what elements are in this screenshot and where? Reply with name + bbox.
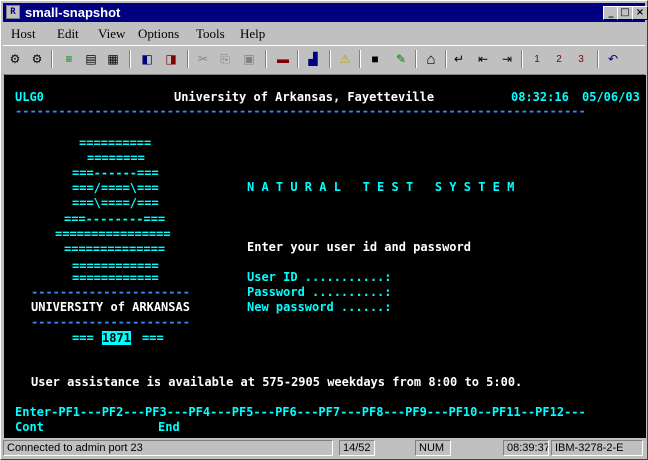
year-right-bars: ===	[142, 331, 164, 345]
num-lock-indicator: NUM	[415, 440, 451, 456]
logo-line-10: ============	[72, 271, 159, 285]
connection-status: Connected to admin port 23	[3, 440, 333, 456]
terminal-screen[interactable]: ULG0 University of Arkansas, Fayettevill…	[4, 75, 646, 438]
password-field[interactable]	[412, 285, 632, 299]
toolbar-separator	[359, 50, 361, 68]
logo-line-1: ==========	[79, 136, 152, 150]
cursor-position: 14/52	[339, 440, 375, 456]
toolbar-separator	[129, 50, 131, 68]
undo-icon[interactable]: ↶	[603, 49, 623, 69]
logo-line-8: ==============	[64, 242, 166, 256]
menu-options[interactable]: Options	[138, 26, 179, 42]
send-file-icon[interactable]: ≡	[59, 49, 79, 69]
session-2-icon[interactable]: 2	[549, 49, 569, 69]
system-title: N A T U R A L T E S T S Y S T E M	[247, 180, 515, 194]
toolbar-separator	[265, 50, 267, 68]
status-clock: 08:39:37	[503, 440, 549, 456]
toolbar-separator	[297, 50, 299, 68]
receive-file-icon[interactable]: ▤	[81, 49, 101, 69]
toolbar-separator	[597, 50, 599, 68]
toolbar-separator	[445, 50, 447, 68]
home-icon[interactable]: ⌂	[421, 49, 441, 69]
toolbar-separator	[521, 50, 523, 68]
userid-label: User ID ...........:	[247, 270, 392, 284]
new-password-field[interactable]	[412, 300, 632, 314]
new-password-label: New password ......:	[247, 300, 392, 314]
connect-icon[interactable]: ⚙	[5, 49, 25, 69]
menu-tools[interactable]: Tools	[196, 26, 225, 42]
logo-line-4: ===/====\===	[72, 181, 159, 195]
toolbar: ⚙ ⚙ ≡ ▤ ▦ ◧ ◨ ✂ ⎘ ▣ ▬ ▟ ⚠ ■ ✎ ⌂ ↵ ⇤ ⇥ 1 …	[3, 45, 645, 75]
window-title: small-snapshot	[25, 5, 121, 20]
pf3-end[interactable]: End	[158, 420, 180, 434]
macro-record-icon[interactable]: ◧	[137, 49, 157, 69]
assistance-message: User assistance is available at 575-2905…	[31, 375, 523, 389]
year-left-bars: ===	[72, 331, 94, 345]
app-icon[interactable]: R	[6, 5, 20, 19]
warning-icon[interactable]: ⚠	[335, 49, 355, 69]
pen-icon[interactable]: ✎	[391, 49, 411, 69]
menu-host[interactable]: Host	[11, 26, 36, 42]
paste-icon[interactable]: ▣	[239, 49, 259, 69]
logo-line-5: ===\====/===	[72, 196, 159, 210]
disconnect-icon[interactable]: ⚙	[27, 49, 47, 69]
logo-divider-top: ----------------------	[31, 285, 190, 299]
cut-icon[interactable]: ✂	[193, 49, 213, 69]
founding-year: 1871	[102, 331, 131, 345]
menu-help[interactable]: Help	[240, 26, 265, 42]
institution-name: University of Arkansas, Fayetteville	[174, 90, 435, 104]
toolbar-separator	[51, 50, 53, 68]
logo-line-7: ================	[55, 227, 171, 241]
toolbar-separator	[187, 50, 189, 68]
application-window: R small-snapshot _ □ × Host Edit View Op…	[0, 0, 648, 460]
userid-field[interactable]	[412, 270, 632, 284]
toolbar-separator	[329, 50, 331, 68]
terminal-type: IBM-3278-2-E	[551, 440, 643, 456]
close-button[interactable]: ×	[632, 6, 648, 20]
login-prompt: Enter your user id and password	[247, 240, 471, 254]
session-1-icon[interactable]: 1	[527, 49, 547, 69]
menu-edit[interactable]: Edit	[57, 26, 79, 42]
session-3-icon[interactable]: 3	[571, 49, 591, 69]
logo-line-3: ===------===	[72, 166, 159, 180]
menu-view[interactable]: View	[98, 26, 125, 42]
field-forward-icon[interactable]: ⇥	[497, 49, 517, 69]
screen-time: 08:32:16	[511, 90, 569, 104]
header-divider: ----------------------------------------…	[15, 104, 586, 118]
keypad-icon[interactable]: ▬	[273, 49, 293, 69]
chart-icon[interactable]: ▟	[303, 49, 323, 69]
logo-line-2: ========	[87, 151, 145, 165]
screen-date: 05/06/03	[582, 90, 640, 104]
title-bar[interactable]: R small-snapshot _ □ ×	[3, 3, 648, 22]
print-icon[interactable]: ▦	[103, 49, 123, 69]
pf-key-line: Enter-PF1---PF2---PF3---PF4---PF5---PF6-…	[15, 405, 586, 419]
toolbar-separator	[415, 50, 417, 68]
screen-icon[interactable]: ■	[365, 49, 385, 69]
logo-line-6: ===--------===	[64, 212, 166, 226]
logo-divider-bottom: ----------------------	[31, 315, 190, 329]
pf-enter-cont[interactable]: Cont	[15, 420, 44, 434]
maximize-button[interactable]: □	[617, 6, 633, 20]
screen-id: ULG0	[15, 90, 44, 104]
macro-play-icon[interactable]: ◨	[161, 49, 181, 69]
enter-icon[interactable]: ↵	[449, 49, 469, 69]
copy-icon[interactable]: ⎘	[215, 49, 235, 69]
password-label: Password ..........:	[247, 285, 392, 299]
university-name: UNIVERSITY of ARKANSAS	[31, 300, 190, 314]
menu-bar: Host Edit View Options Tools Help	[3, 23, 645, 43]
field-back-icon[interactable]: ⇤	[473, 49, 493, 69]
status-bar: Connected to admin port 23 14/52 NUM 08:…	[3, 438, 645, 458]
